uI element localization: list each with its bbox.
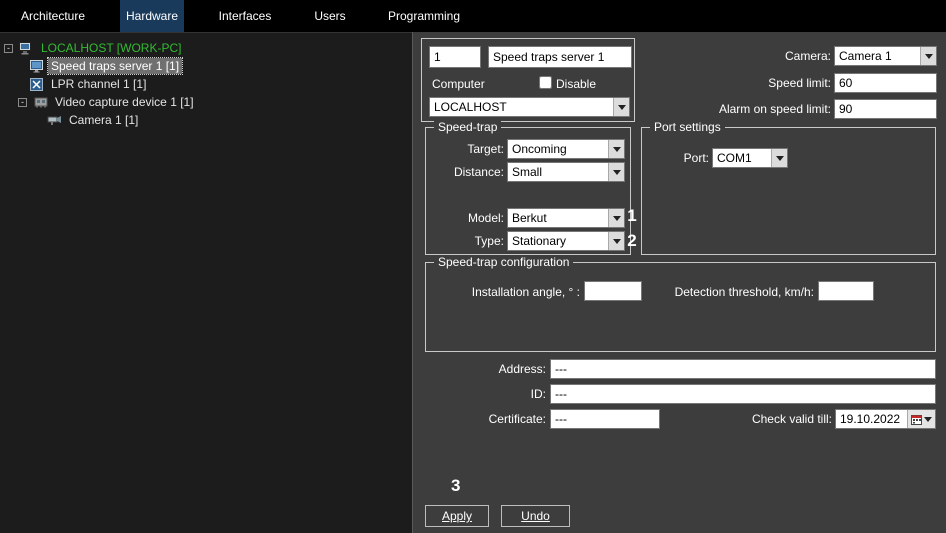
id-label: ID: <box>413 387 546 401</box>
certificate-label: Certificate: <box>413 412 546 426</box>
tree-item-camera[interactable]: Camera 1 [1] <box>66 112 141 128</box>
tree-item-localhost[interactable]: LOCALHOST [WORK-PC] <box>38 40 184 56</box>
tree-row: - Video capture device 1 [1] <box>18 93 197 111</box>
app-window: Architecture Hardware Interfaces Users P… <box>0 0 946 533</box>
calendar-icon <box>911 414 922 425</box>
dropdown-arrow-icon <box>920 47 936 65</box>
id-input[interactable] <box>550 384 936 404</box>
dropdown-arrow-icon <box>608 163 624 181</box>
dropdown-arrow-icon <box>771 149 787 167</box>
object-header-box: Computer Disable LOCALHOST <box>421 38 635 122</box>
type-select[interactable]: Stationary <box>507 231 625 251</box>
camera-select-value: Camera 1 <box>835 47 920 65</box>
model-select-value: Berkut <box>508 209 608 227</box>
model-select[interactable]: Berkut <box>507 208 625 228</box>
device-tree: - LOCALHOST [WORK-PC] Speed traps server… <box>0 32 412 533</box>
annotation-marker-3: 3 <box>451 476 460 496</box>
disable-label: Disable <box>556 77 596 91</box>
model-label: Model: <box>426 211 504 225</box>
type-label: Type: <box>426 234 504 248</box>
speed-limit-label: Speed limit: <box>681 76 831 90</box>
computer-select-value: LOCALHOST <box>430 98 613 116</box>
computer-icon <box>18 41 35 55</box>
address-input[interactable] <box>550 359 936 379</box>
port-settings-group: Port settings Port: COM1 <box>641 127 936 255</box>
undo-button[interactable]: Undo <box>501 505 570 527</box>
tree-row: Camera 1 [1] <box>46 111 141 129</box>
lpr-channel-icon <box>28 77 45 91</box>
alarm-speed-limit-input[interactable] <box>834 99 937 119</box>
calendar-button[interactable] <box>907 410 935 428</box>
annotation-marker-1: 1 <box>625 206 639 226</box>
capture-board-icon <box>32 95 49 109</box>
computer-select[interactable]: LOCALHOST <box>429 97 630 117</box>
tab-programming[interactable]: Programming <box>378 0 470 32</box>
distance-label: Distance: <box>426 165 504 179</box>
speed-trap-configuration-group: Speed-trap configuration Installation an… <box>425 262 936 352</box>
check-valid-till-datepicker[interactable]: 19.10.2022 <box>835 409 936 429</box>
annotation-marker-2: 2 <box>625 231 639 251</box>
certificate-input[interactable] <box>550 409 660 429</box>
tab-users[interactable]: Users <box>305 0 355 32</box>
dropdown-arrow-icon <box>608 209 624 227</box>
distance-select[interactable]: Small <box>507 162 625 182</box>
detection-threshold-input[interactable] <box>818 281 874 301</box>
speed-trap-group: Speed-trap Target: Oncoming Distance: Sm… <box>425 127 631 255</box>
settings-panel: Computer Disable LOCALHOST Camera: Camer… <box>412 32 946 533</box>
apply-button[interactable]: Apply <box>425 505 489 527</box>
target-select[interactable]: Oncoming <box>507 139 625 159</box>
check-valid-till-label: Check valid till: <box>682 412 832 426</box>
tab-architecture[interactable]: Architecture <box>8 0 98 32</box>
target-select-value: Oncoming <box>508 140 608 158</box>
port-select-value: COM1 <box>713 149 771 167</box>
port-label: Port: <box>642 151 709 165</box>
tree-item-lpr-channel[interactable]: LPR channel 1 [1] <box>48 76 149 92</box>
speed-trap-configuration-title: Speed-trap configuration <box>434 255 573 269</box>
detection-threshold-label: Detection threshold, km/h: <box>606 285 814 299</box>
tree-row: - LOCALHOST [WORK-PC] <box>4 39 184 57</box>
target-label: Target: <box>426 142 504 156</box>
computer-label: Computer <box>432 77 485 91</box>
type-select-value: Stationary <box>508 232 608 250</box>
port-select[interactable]: COM1 <box>712 148 788 168</box>
distance-select-value: Small <box>508 163 608 181</box>
object-id-input[interactable] <box>429 46 481 68</box>
object-name-input[interactable] <box>488 46 632 68</box>
speed-limit-input[interactable] <box>834 73 937 93</box>
tab-interfaces[interactable]: Interfaces <box>209 0 281 32</box>
dropdown-arrow-icon <box>608 232 624 250</box>
tree-item-video-capture-device[interactable]: Video capture device 1 [1] <box>52 94 197 110</box>
check-valid-till-value: 19.10.2022 <box>836 410 907 428</box>
camera-select[interactable]: Camera 1 <box>834 46 937 66</box>
speed-trap-group-title: Speed-trap <box>434 120 501 134</box>
tab-bar: Architecture Hardware Interfaces Users P… <box>0 0 946 32</box>
collapse-icon[interactable]: - <box>4 44 13 53</box>
server-monitor-icon <box>28 59 45 73</box>
dropdown-arrow-icon <box>613 98 629 116</box>
tree-row: LPR channel 1 [1] <box>28 75 149 93</box>
port-settings-group-title: Port settings <box>650 120 725 134</box>
disable-checkbox[interactable] <box>539 76 552 89</box>
collapse-icon[interactable]: - <box>18 98 27 107</box>
dropdown-arrow-icon <box>924 417 932 422</box>
tab-hardware[interactable]: Hardware <box>120 0 184 32</box>
tree-row: Speed traps server 1 [1] <box>28 57 182 75</box>
alarm-speed-limit-label: Alarm on speed limit: <box>681 102 831 116</box>
camera-label: Camera: <box>681 49 831 63</box>
address-label: Address: <box>413 362 546 376</box>
installation-angle-label: Installation angle, ° : <box>426 285 580 299</box>
camera-icon <box>46 113 63 127</box>
dropdown-arrow-icon <box>608 140 624 158</box>
tree-item-speed-traps-server[interactable]: Speed traps server 1 [1] <box>48 58 182 74</box>
